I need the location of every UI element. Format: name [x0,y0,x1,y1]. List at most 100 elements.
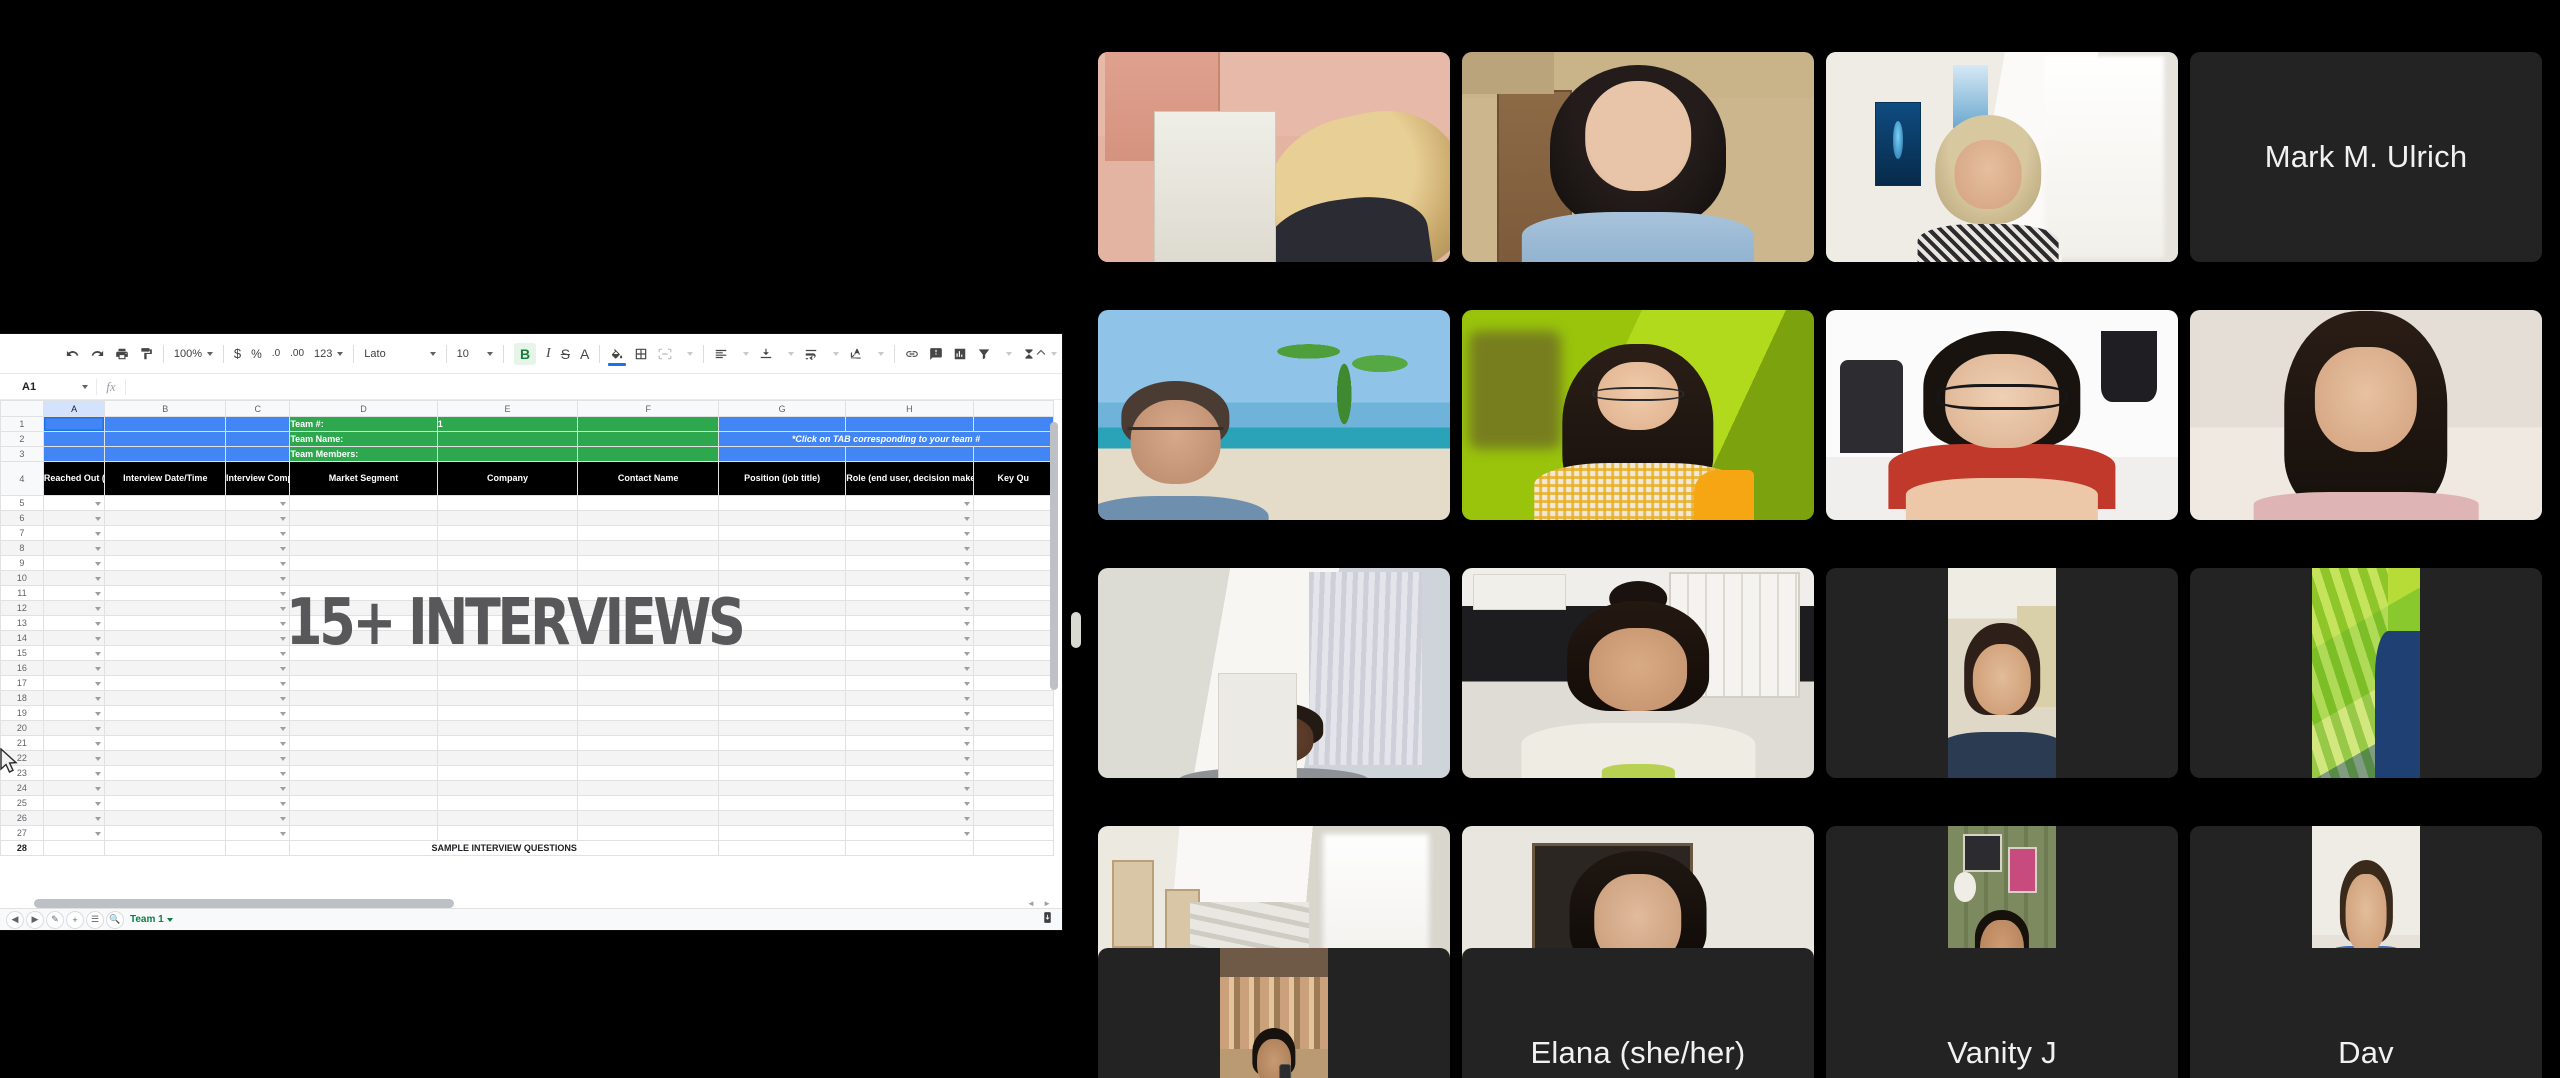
header-interview-completed[interactable]: Interview Completed (Yes/No) [225,461,291,496]
cell-role[interactable] [845,525,974,541]
row-header[interactable]: 28 [0,840,44,856]
cell-date[interactable] [104,735,227,751]
cell-position[interactable] [718,810,847,826]
cell-company[interactable] [436,720,579,736]
cell-contact[interactable] [577,615,720,631]
cell-company[interactable] [436,555,579,571]
cell-position[interactable] [718,510,847,526]
column-header-h[interactable]: H [845,400,974,417]
cell-position[interactable] [718,735,847,751]
row-header[interactable]: 19 [0,705,44,721]
cell-role[interactable] [845,510,974,526]
chevron-down-icon[interactable] [996,341,1017,367]
cell-c28[interactable] [225,840,291,856]
cell-d2-team-name-label[interactable]: Team Name: [289,431,438,447]
cell-g2-tab-note[interactable]: *Click on TAB corresponding to your team… [718,431,1054,447]
cell-e1-team-number-value[interactable]: 1 [436,416,579,432]
row-header[interactable]: 2 [0,431,44,447]
cell-completed[interactable] [225,735,291,751]
cell-segment[interactable] [289,690,438,706]
column-header-extra[interactable] [972,400,1055,417]
print-icon[interactable] [110,341,134,367]
row-header[interactable]: 6 [0,510,44,526]
cell-position[interactable] [718,720,847,736]
horizontal-scrollbar-thumb[interactable] [34,899,454,908]
row-header[interactable]: 18 [0,690,44,706]
cell-completed[interactable] [225,630,291,646]
cell-position[interactable] [718,570,847,586]
cell-position[interactable] [718,660,847,676]
participant-tile[interactable] [1826,310,2178,520]
cell-key[interactable] [972,510,1055,526]
currency-format-button[interactable]: $ [229,341,246,367]
horizontal-scrollbar[interactable] [34,899,1022,908]
participant-tile[interactable]: Vanity J [1826,948,2178,1078]
cell-contact[interactable] [577,630,720,646]
cell-date[interactable] [104,510,227,526]
cell-completed[interactable] [225,615,291,631]
cell-date[interactable] [104,720,227,736]
participant-tile[interactable]: Mark M. Ulrich [2190,52,2542,262]
cell-segment[interactable] [289,675,438,691]
cell-segment[interactable] [289,735,438,751]
increase-decimal-button[interactable]: .00 [285,341,309,367]
cell-role[interactable] [845,555,974,571]
cell-segment[interactable] [289,705,438,721]
cell-key[interactable] [972,675,1055,691]
cell-c1[interactable] [225,416,291,432]
cell-key[interactable] [972,795,1055,811]
cell-reached-out[interactable] [42,795,106,811]
participant-tile[interactable] [1462,568,1814,778]
cell-role[interactable] [845,825,974,841]
cell-completed[interactable] [225,645,291,661]
cell-completed[interactable] [225,540,291,556]
vertical-scrollbar-thumb[interactable] [1050,422,1058,690]
row-header[interactable]: 10 [0,570,44,586]
cell-date[interactable] [104,705,227,721]
cell-date[interactable] [104,810,227,826]
header-market-segment[interactable]: Market Segment [289,461,438,496]
font-size-selector[interactable]: 10 [452,341,499,367]
participant-tile-active-speaker[interactable] [1826,52,2178,262]
cell-completed[interactable] [225,510,291,526]
borders-icon[interactable] [629,341,653,367]
text-color-button[interactable]: A [575,341,594,367]
cell-role[interactable] [845,765,974,781]
cell-a1[interactable] [42,416,106,432]
cell-key[interactable] [972,630,1055,646]
cell-company[interactable] [436,810,579,826]
cell-position[interactable] [718,585,847,601]
cell-role[interactable] [845,705,974,721]
cell-contact[interactable] [577,660,720,676]
cell-key[interactable] [972,540,1055,556]
cell-segment[interactable] [289,660,438,676]
cell-reached-out[interactable] [42,825,106,841]
row-header[interactable]: 4 [0,461,44,496]
cell-key[interactable] [972,570,1055,586]
cell-contact[interactable] [577,675,720,691]
cell-reached-out[interactable] [42,645,106,661]
cell-date[interactable] [104,675,227,691]
vertical-align-icon[interactable] [754,341,778,367]
cell-segment[interactable] [289,765,438,781]
cell-key[interactable] [972,705,1055,721]
text-wrap-icon[interactable] [799,341,823,367]
cell-a2[interactable] [42,431,106,447]
cell-sample-interview-questions[interactable]: SAMPLE INTERVIEW QUESTIONS [289,840,720,856]
cell-role[interactable] [845,690,974,706]
cell-reached-out[interactable] [42,705,106,721]
all-sheets-icon[interactable]: ☰ [86,910,104,929]
cell-company[interactable] [436,585,579,601]
link-icon[interactable] [900,341,924,367]
cell-segment[interactable] [289,540,438,556]
cell-key[interactable] [972,615,1055,631]
cell-contact[interactable] [577,720,720,736]
cell-segment[interactable] [289,720,438,736]
cell-position[interactable] [718,630,847,646]
corner-select-all[interactable] [0,400,44,417]
cell-role[interactable] [845,810,974,826]
cell-reached-out[interactable] [42,615,106,631]
header-role[interactable]: Role (end user, decision maker, etc) [845,461,974,496]
cell-contact[interactable] [577,525,720,541]
cell-role[interactable] [845,795,974,811]
